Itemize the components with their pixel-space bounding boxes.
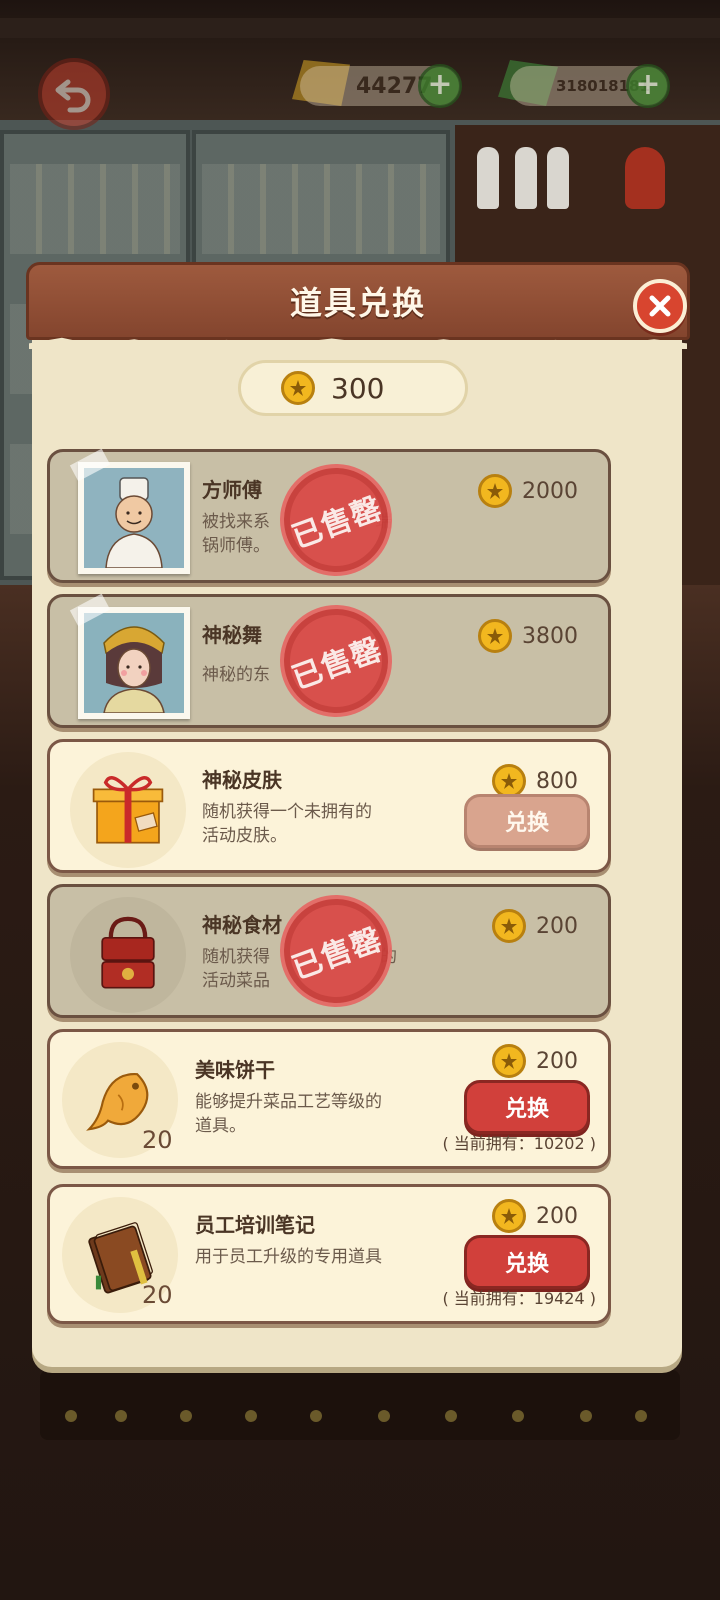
dialog-title: 道具兑换 bbox=[289, 284, 426, 322]
item-card-mystery-skin: 神秘皮肤 随机获得一个未拥有的 活动皮肤。 800 兑换 bbox=[47, 739, 611, 873]
item-desc: 用于员工升级的专用道具 bbox=[195, 1247, 382, 1267]
item-icon-bg bbox=[70, 897, 186, 1013]
coin-icon bbox=[478, 619, 512, 653]
chef-portrait bbox=[69, 448, 190, 574]
food-box-icon bbox=[101, 916, 155, 989]
exchange-button[interactable]: 兑换 bbox=[464, 794, 590, 848]
add-gold-button[interactable]: + bbox=[418, 64, 462, 108]
coin-balance: 300 bbox=[238, 360, 468, 416]
item-desc: 随机获得一个未拥有的 活动皮肤。 bbox=[202, 802, 372, 846]
sold-out-stamp: 已售罄 bbox=[264, 448, 408, 592]
item-card-mystery-ingredient: 神秘食材 随机获得的 活动菜品 200 已售罄 bbox=[47, 879, 611, 1023]
item-name: 神秘舞 bbox=[202, 623, 262, 647]
coin-icon bbox=[281, 371, 315, 405]
back-arrow-icon bbox=[55, 79, 91, 113]
item-price: 200 bbox=[492, 1044, 578, 1078]
exchange-button[interactable]: 兑换 bbox=[464, 1235, 590, 1289]
add-cash-button[interactable]: + bbox=[626, 64, 670, 108]
gold-counter: 44277 + bbox=[300, 64, 462, 108]
sold-out-stamp: 已售罄 bbox=[264, 589, 408, 733]
balance-amount: 300 bbox=[331, 371, 385, 405]
cash-counter: 318018181 + bbox=[510, 64, 670, 108]
item-price: 2000 bbox=[478, 474, 578, 508]
coin-icon bbox=[492, 1199, 526, 1233]
close-button[interactable] bbox=[633, 279, 687, 333]
item-name: 神秘皮肤 bbox=[202, 768, 282, 792]
item-icon-bg bbox=[70, 752, 186, 868]
item-name: 方师傅 bbox=[202, 478, 262, 502]
coin-icon bbox=[492, 764, 526, 798]
sold-out-stamp: 已售罄 bbox=[264, 879, 408, 1023]
item-name: 神秘食材 bbox=[202, 913, 282, 937]
item-quantity: 20 bbox=[142, 1281, 173, 1309]
dialog-header: 道具兑换 bbox=[26, 262, 690, 340]
item-quantity: 20 bbox=[142, 1126, 173, 1154]
item-price: 3800 bbox=[478, 619, 578, 653]
item-price: 200 bbox=[492, 909, 578, 943]
dancer-portrait-icon bbox=[103, 626, 165, 713]
item-card-training-notes: 20 员工培训笔记 用于员工升级的专用道具 200 兑换 ( 当前拥有：1942… bbox=[47, 1184, 611, 1324]
close-icon bbox=[649, 295, 671, 317]
owned-count: ( 当前拥有：19424 ) bbox=[442, 1289, 596, 1308]
coin-icon bbox=[492, 1044, 526, 1078]
item-name: 美味饼干 bbox=[195, 1058, 275, 1082]
item-card-mystery-dancer: 神秘舞 神秘的东 3800 已售罄 bbox=[47, 589, 611, 733]
top-bar-bg bbox=[0, 0, 720, 130]
owned-count: ( 当前拥有：10202 ) bbox=[442, 1134, 596, 1153]
item-card-fang-shifu: 方师傅 被找来系端 锅师傅。 2000 已售罄 bbox=[47, 448, 611, 592]
coin-icon bbox=[492, 909, 526, 943]
dancer-portrait bbox=[69, 593, 190, 719]
item-price: 800 bbox=[492, 764, 578, 798]
item-name: 员工培训笔记 bbox=[195, 1213, 315, 1237]
chef-portrait-icon bbox=[105, 477, 163, 568]
item-desc: 能够提升菜品工艺等级的 道具。 bbox=[195, 1092, 382, 1136]
item-card-tasty-biscuit: 20 美味饼干 能够提升菜品工艺等级的 道具。 200 兑换 ( 当前拥有：102… bbox=[47, 1029, 611, 1169]
coin-icon bbox=[478, 474, 512, 508]
back-button[interactable] bbox=[38, 58, 110, 130]
item-price: 200 bbox=[492, 1199, 578, 1233]
gift-box-icon bbox=[92, 776, 164, 844]
counter-strip bbox=[40, 1370, 680, 1440]
exchange-button[interactable]: 兑换 bbox=[464, 1080, 590, 1134]
